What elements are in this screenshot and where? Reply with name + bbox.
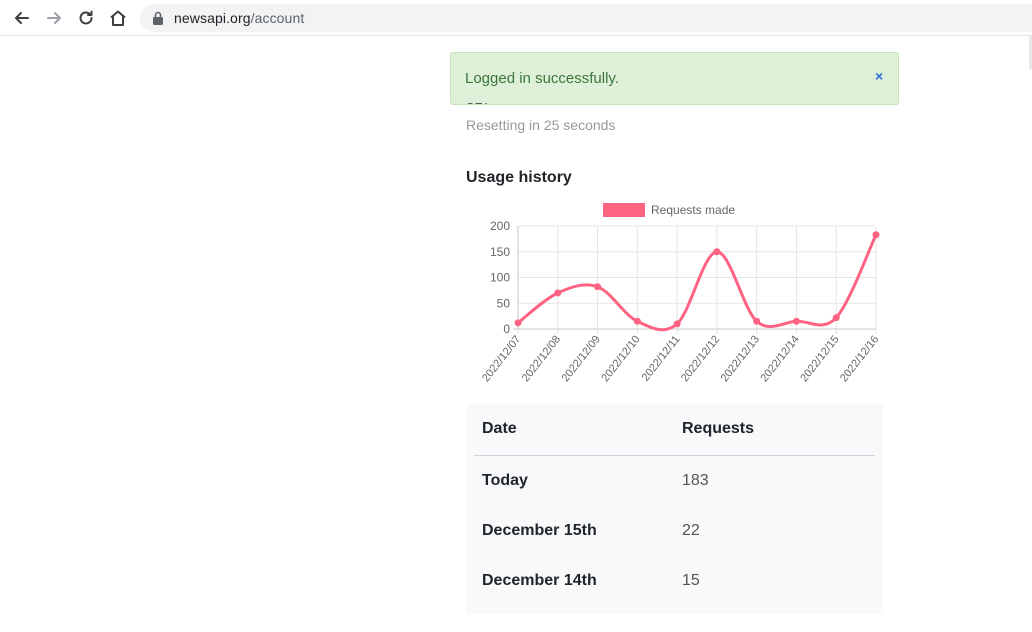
table-row-date: December 15th <box>482 522 597 539</box>
browser-toolbar: newsapi.org/account <box>0 0 1032 36</box>
data-point <box>753 317 761 325</box>
close-icon[interactable]: × <box>875 68 883 84</box>
y-tick-label: 0 <box>503 322 510 336</box>
arrow-right-icon <box>47 12 61 24</box>
x-tick-label: 2022/12/11 <box>640 333 683 383</box>
home-icon <box>110 10 126 26</box>
data-point <box>514 319 522 327</box>
forward-button[interactable] <box>42 6 66 30</box>
home-button[interactable] <box>106 6 130 30</box>
x-tick-label: 2022/12/09 <box>560 333 603 384</box>
data-point <box>633 317 641 325</box>
data-point <box>872 231 880 239</box>
usage-chart: 0501001502002022/12/072022/12/082022/12/… <box>480 203 881 384</box>
back-button[interactable] <box>10 6 34 30</box>
x-tick-label: 2022/12/13 <box>719 333 762 384</box>
arrow-left-icon <box>15 12 29 24</box>
y-tick-label: 50 <box>497 296 511 310</box>
header-divider <box>474 455 875 456</box>
table-row-requests: 22 <box>682 522 700 539</box>
url-host: newsapi.org <box>174 10 251 26</box>
data-point <box>792 317 800 325</box>
x-tick-label: 2022/12/14 <box>758 333 801 384</box>
x-tick-label: 2022/12/16 <box>838 333 881 384</box>
series-line <box>517 234 878 332</box>
data-point <box>832 314 840 322</box>
x-tick-label: 2022/12/10 <box>599 333 642 384</box>
x-tick-label: 2022/12/08 <box>520 333 563 384</box>
y-tick-label: 100 <box>490 271 510 285</box>
data-point <box>594 283 602 291</box>
lock-icon <box>153 11 163 25</box>
reload-icon <box>79 10 93 25</box>
table-row-requests: 15 <box>682 572 700 589</box>
x-tick-label: 2022/12/12 <box>679 333 722 384</box>
x-tick-label: 2022/12/07 <box>480 333 523 384</box>
usage-table: Date Requests Today 183 December 15th 22… <box>466 404 883 614</box>
url-text: newsapi.org/account <box>174 10 304 26</box>
table-row-date: Today <box>482 472 528 489</box>
data-point <box>673 320 681 328</box>
reload-button[interactable] <box>74 6 98 30</box>
reset-note: Resetting in 25 seconds <box>466 117 616 133</box>
data-point <box>554 289 562 297</box>
legend-swatch <box>603 203 645 217</box>
data-point <box>713 248 721 256</box>
url-path: /account <box>250 10 305 26</box>
y-tick-label: 200 <box>490 219 510 233</box>
column-header-date: Date <box>482 420 517 437</box>
x-tick-label: 2022/12/15 <box>798 333 841 384</box>
success-alert: Logged in successfully. × <box>450 52 899 105</box>
address-bar[interactable]: newsapi.org/account <box>140 4 1032 32</box>
table-row-date: December 14th <box>482 572 597 589</box>
request-count: 817 <box>466 103 496 109</box>
y-tick-label: 150 <box>490 245 510 259</box>
table-row-requests: 183 <box>682 472 709 489</box>
legend-label: Requests made <box>651 203 735 217</box>
usage-history-title: Usage history <box>466 169 572 186</box>
alert-message: Logged in successfully. <box>465 70 619 87</box>
column-header-requests: Requests <box>682 420 755 437</box>
